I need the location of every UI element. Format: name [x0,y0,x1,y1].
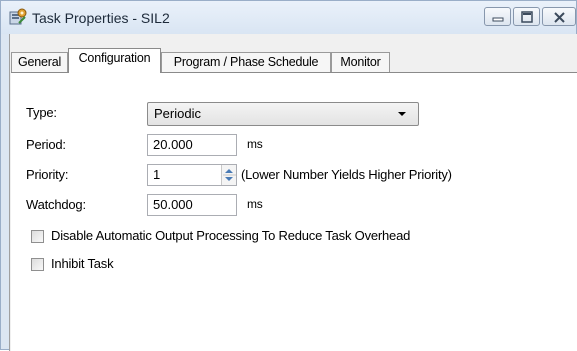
window-title: Task Properties - SIL2 [32,10,170,26]
configuration-panel: Type: Periodic Period: 20.000 ms Priorit… [11,72,577,351]
task-properties-icon [9,8,27,26]
tab-program-phase-schedule[interactable]: Program / Phase Schedule [161,52,331,72]
minimize-icon[interactable] [484,7,511,26]
title-bar[interactable]: Task Properties - SIL2 [1,1,576,34]
close-icon[interactable] [542,7,576,26]
tab-strip: General Configuration Program / Phase Sc… [10,48,577,73]
chevron-down-icon[interactable] [396,103,408,132]
inhibit-task-label[interactable]: Inhibit Task [51,256,114,271]
tab-monitor[interactable]: Monitor [331,52,390,72]
watchdog-label: Watchdog: [26,197,86,212]
watchdog-unit: ms [247,197,263,211]
priority-spinner[interactable] [221,165,236,185]
priority-input[interactable]: 1 [147,164,237,186]
period-input[interactable]: 20.000 [147,134,237,156]
period-unit: ms [247,137,263,151]
type-select-value: Periodic [154,106,201,121]
tab-general[interactable]: General [11,52,68,72]
watchdog-input[interactable]: 50.000 [147,194,237,216]
tab-configuration[interactable]: Configuration [68,48,161,73]
priority-hint: (Lower Number Yields Higher Priority) [241,167,452,182]
priority-value: 1 [153,167,161,182]
period-label: Period: [26,137,66,152]
type-select[interactable]: Periodic [147,102,419,126]
maximize-icon[interactable] [513,7,540,26]
type-label: Type: [26,105,57,120]
inhibit-task-checkbox[interactable] [31,258,44,271]
disable-output-processing-checkbox[interactable] [31,230,44,243]
disable-output-processing-label[interactable]: Disable Automatic Output Processing To R… [51,228,410,243]
dialog-client-area: General Configuration Program / Phase Sc… [9,34,577,351]
priority-label: Priority: [26,167,69,182]
task-properties-window: Task Properties - SIL2 General Configura… [0,0,577,351]
